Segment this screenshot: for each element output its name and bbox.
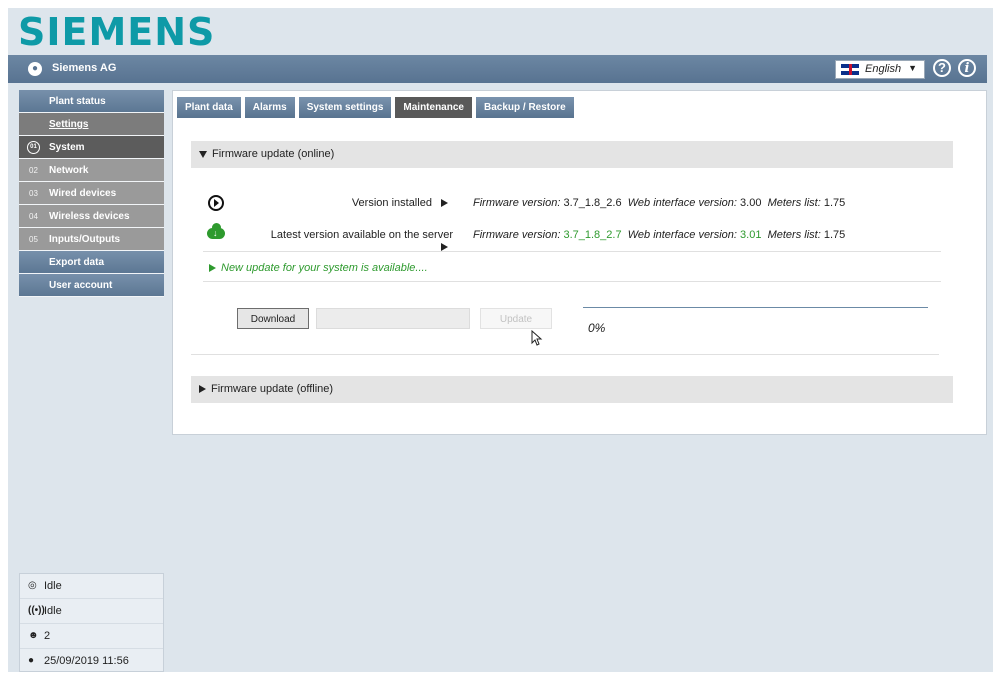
user-icon[interactable]: ● [28, 62, 42, 76]
sidebar-item-plant-status[interactable]: Plant status [19, 90, 164, 113]
divider [191, 354, 939, 355]
online-update-header[interactable]: Firmware update (online) [191, 141, 953, 168]
sidebar-item-settings[interactable]: Settings [19, 113, 164, 136]
status-text: Idle [44, 605, 62, 617]
top-bar: ● Siemens AG English ▼ ? i [8, 55, 987, 83]
arrow-right-icon [441, 243, 448, 252]
play-circle-icon [208, 195, 224, 211]
help-icon[interactable]: ? [933, 59, 951, 77]
users-icon: ☻ [28, 630, 39, 641]
firmware-value: 3.7_1.8_2.7 [563, 229, 622, 241]
sidebar-item-label: User account [49, 280, 113, 291]
section-title: Firmware update (offline) [211, 383, 334, 395]
modbus-icon: ◎ [28, 580, 37, 591]
divider [203, 251, 941, 252]
divider [203, 281, 941, 282]
cloud-download-icon: ↓ [207, 223, 225, 239]
tab-bar: Plant data Alarms System settings Maintenan… [177, 97, 578, 118]
item-number: 05 [29, 235, 38, 244]
wireless-icon: ((•)) [28, 605, 45, 616]
sidebar-item-label: Settings [49, 119, 89, 130]
info-icon[interactable]: i [958, 59, 976, 77]
expand-arrow-icon [199, 385, 206, 394]
sidebar: Plant status Settings 01 System 02 Networ… [19, 90, 164, 297]
progress-percent: 0% [588, 321, 606, 335]
sidebar-item-inputs-outputs[interactable]: 05 Inputs/Outputs [19, 228, 164, 251]
status-row: ◎ Idle [20, 574, 163, 599]
update-button[interactable]: Update [480, 308, 552, 329]
sidebar-item-user-account[interactable]: User account [19, 274, 164, 297]
sidebar-item-label: Inputs/Outputs [49, 234, 121, 245]
sidebar-item-network[interactable]: 02 Network [19, 159, 164, 182]
item-number: 03 [29, 189, 38, 198]
main-panel: Plant data Alarms System settings Maintenan… [172, 90, 987, 435]
update-notice-text: New update for your system is available.… [221, 262, 428, 274]
sidebar-item-label: Wireless devices [49, 211, 130, 222]
sidebar-item-label: Plant status [49, 96, 106, 107]
tab-plant-data[interactable]: Plant data [177, 97, 241, 118]
uk-flag-icon [841, 64, 859, 75]
arrow-right-icon [209, 264, 216, 273]
web-interface-value: 3.01 [740, 229, 762, 241]
sidebar-item-label: Export data [49, 257, 105, 268]
installed-version-row: Version installed Firmware version: 3.7_… [203, 195, 943, 215]
company-name: Siemens AG [52, 62, 117, 74]
status-text: 2 [44, 630, 51, 642]
status-panel: ◎ Idle ((•)) Idle ☻ 2 ● 25/09/2019 11:56 [19, 573, 164, 672]
web-interface-key: Web interface version: [627, 229, 737, 241]
tab-maintenance[interactable]: Maintenance [395, 97, 472, 118]
chevron-down-icon: ▼ [908, 63, 917, 73]
tab-backup-restore[interactable]: Backup / Restore [475, 97, 574, 118]
clock-icon: ● [28, 655, 35, 666]
download-button[interactable]: Download [237, 308, 309, 329]
sidebar-item-wired-devices[interactable]: 03 Wired devices [19, 182, 164, 205]
meters-list-key: Meters list: [767, 229, 821, 241]
collapse-arrow-icon [199, 150, 207, 158]
status-text: 25/09/2019 11:56 [44, 655, 129, 667]
sidebar-item-wireless-devices[interactable]: 04 Wireless devices [19, 205, 164, 228]
item-number: 02 [29, 166, 38, 175]
language-select[interactable]: English ▼ [835, 60, 925, 79]
item-number: 04 [29, 212, 38, 221]
firmware-key: Firmware version: [473, 197, 561, 209]
tab-alarms[interactable]: Alarms [244, 97, 295, 118]
sidebar-item-export-data[interactable]: Export data [19, 251, 164, 274]
status-row: ☻ 2 [20, 624, 163, 649]
mouse-cursor-icon [531, 330, 543, 346]
status-row: ● 25/09/2019 11:56 [20, 649, 163, 673]
status-text: Idle [44, 580, 62, 592]
sidebar-item-label: Network [49, 165, 89, 176]
offline-update-header[interactable]: Firmware update (offline) [191, 376, 953, 403]
update-notice: New update for your system is available.… [209, 262, 428, 280]
system-icon: 01 [27, 141, 40, 154]
firmware-key: Firmware version: [473, 229, 561, 241]
section-title: Firmware update (online) [212, 148, 335, 160]
meters-list-value: 1.75 [823, 229, 846, 241]
language-label: English [865, 63, 902, 75]
tab-system-settings[interactable]: System settings [298, 97, 392, 118]
latest-version-row: ↓ Latest version available on the server… [203, 223, 943, 252]
meters-list-value: 1.75 [823, 197, 846, 209]
sidebar-item-label: System [49, 142, 85, 153]
arrow-right-icon [441, 199, 448, 208]
download-file-field[interactable] [316, 308, 470, 329]
sidebar-item-system[interactable]: 01 System [19, 136, 164, 159]
progress-bar [583, 307, 928, 308]
firmware-value: 3.7_1.8_2.6 [563, 197, 622, 209]
sidebar-item-label: Wired devices [49, 188, 117, 199]
row-label: Latest version available on the server [270, 229, 453, 241]
status-row: ((•)) Idle [20, 599, 163, 624]
web-interface-key: Web interface version: [627, 197, 737, 209]
web-interface-value: 3.00 [740, 197, 762, 209]
meters-list-key: Meters list: [767, 197, 821, 209]
siemens-logo: SIEMENS [18, 10, 216, 54]
row-label: Version installed [351, 197, 432, 209]
